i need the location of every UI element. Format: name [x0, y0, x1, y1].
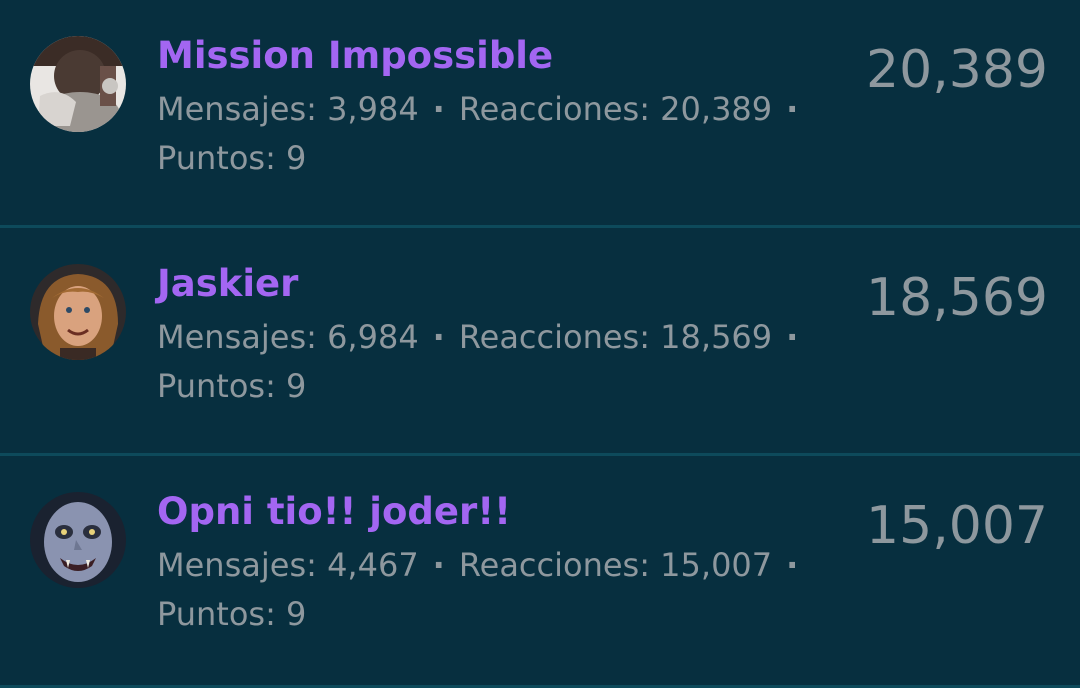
- messages-count: 3,984: [327, 90, 419, 128]
- user-stats: Mensajes: 6,984 · Reacciones: 18,569 · Punt…: [157, 313, 837, 411]
- separator: ·: [432, 90, 445, 128]
- reactions-count: 18,569: [660, 318, 773, 356]
- points-line: Puntos: 9: [157, 134, 837, 183]
- user-info: Jaskier Mensajes: 6,984 · Reacciones: 18,5…: [157, 258, 837, 411]
- avatar[interactable]: [30, 36, 126, 132]
- separator: ·: [786, 90, 799, 128]
- user-info: Mission Impossible Mensajes: 3,984 · Reacc…: [157, 30, 837, 183]
- user-info: Opni tio!! joder!! Mensajes: 4,467 · Reacc…: [157, 486, 837, 639]
- messages-label: Mensajes:: [157, 318, 317, 356]
- stats-line: Mensajes: 4,467 · Reacciones: 15,007 ·: [157, 541, 837, 590]
- points-label: Puntos:: [157, 595, 276, 633]
- username-link[interactable]: Mission Impossible: [157, 30, 837, 82]
- separator: ·: [786, 546, 799, 584]
- points-label: Puntos:: [157, 139, 276, 177]
- username-link[interactable]: Opni tio!! joder!!: [157, 486, 837, 538]
- list-item: Opni tio!! joder!! Mensajes: 4,467 · Reacc…: [0, 456, 1080, 688]
- messages-count: 6,984: [327, 318, 419, 356]
- avatar[interactable]: [30, 492, 126, 588]
- ghoul-avatar-icon: [30, 492, 126, 588]
- score-value: 18,569: [866, 268, 1048, 328]
- points-count: 9: [286, 367, 307, 405]
- stats-line: Mensajes: 6,984 · Reacciones: 18,569 ·: [157, 313, 837, 362]
- messages-label: Mensajes:: [157, 546, 317, 584]
- reactions-label: Reacciones:: [458, 90, 650, 128]
- reactions-count: 15,007: [660, 546, 773, 584]
- list-item: Mission Impossible Mensajes: 3,984 · Reacc…: [0, 0, 1080, 228]
- messages-label: Mensajes:: [157, 90, 317, 128]
- points-label: Puntos:: [157, 367, 276, 405]
- reactions-count: 20,389: [660, 90, 773, 128]
- reactions-label: Reacciones:: [458, 546, 650, 584]
- mission-impossible-avatar-icon: [30, 36, 126, 132]
- leaderboard-list: Mission Impossible Mensajes: 3,984 · Reacc…: [0, 0, 1080, 688]
- score-value: 15,007: [866, 496, 1048, 556]
- reactions-label: Reacciones:: [458, 318, 650, 356]
- avatar[interactable]: [30, 264, 126, 360]
- stats-line: Mensajes: 3,984 · Reacciones: 20,389 ·: [157, 85, 837, 134]
- points-count: 9: [286, 139, 307, 177]
- messages-count: 4,467: [327, 546, 419, 584]
- username-link[interactable]: Jaskier: [157, 258, 837, 310]
- points-line: Puntos: 9: [157, 362, 837, 411]
- separator: ·: [432, 546, 445, 584]
- points-count: 9: [286, 595, 307, 633]
- score-value: 20,389: [866, 40, 1048, 100]
- jaskier-avatar-icon: [30, 264, 126, 360]
- list-item: Jaskier Mensajes: 6,984 · Reacciones: 18,5…: [0, 228, 1080, 456]
- user-stats: Mensajes: 3,984 · Reacciones: 20,389 · Punt…: [157, 85, 837, 183]
- points-line: Puntos: 9: [157, 590, 837, 639]
- separator: ·: [432, 318, 445, 356]
- user-stats: Mensajes: 4,467 · Reacciones: 15,007 · Punt…: [157, 541, 837, 639]
- separator: ·: [786, 318, 799, 356]
